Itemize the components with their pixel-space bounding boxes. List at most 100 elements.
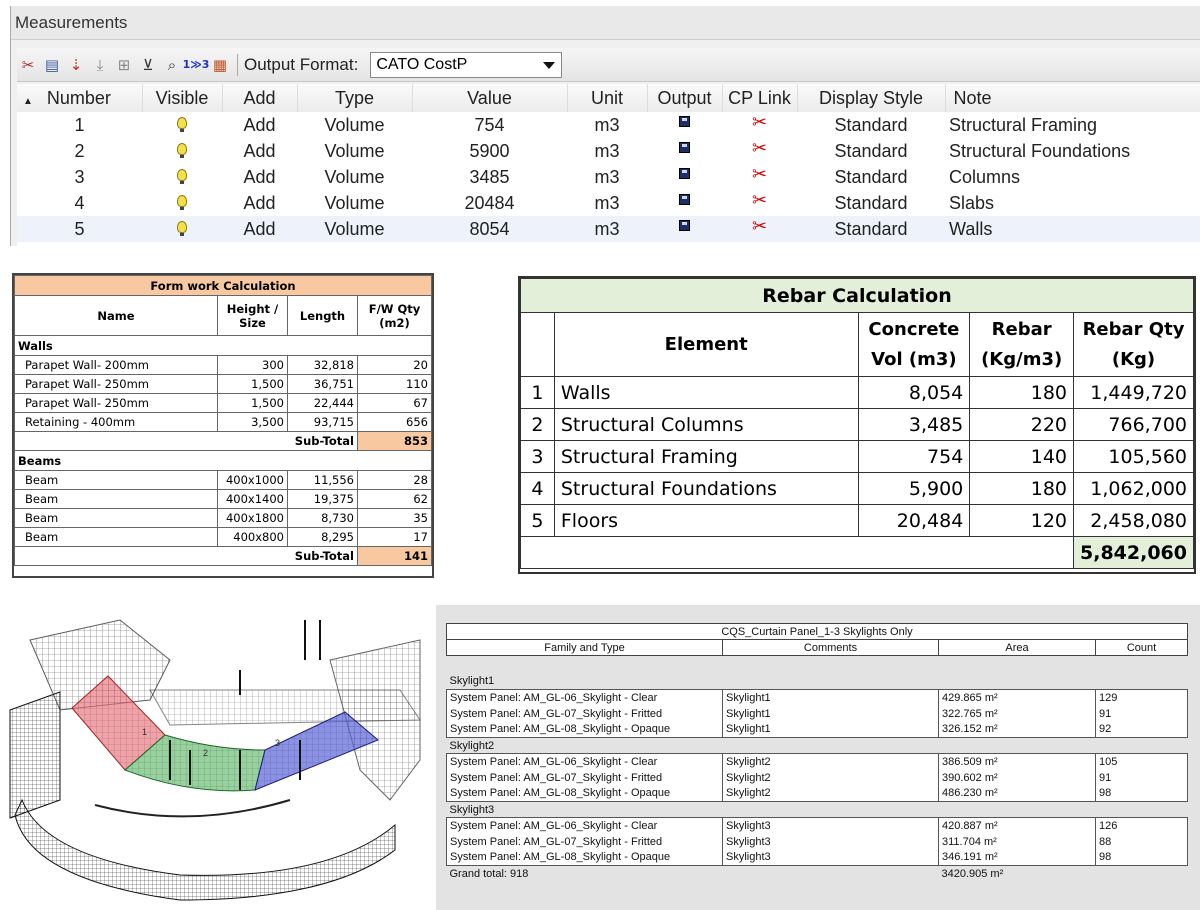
row-number: 5 [17,216,142,242]
table-row[interactable]: System Panel: AM_GL-07_Skylight - Fritte… [446,769,1188,786]
export-measure-icon[interactable]: ⇣ [65,54,87,76]
column-header-output[interactable]: Output [647,84,723,112]
group-skylight1: Skylight1 [446,673,1188,690]
output-save-icon[interactable] [679,219,690,231]
row-unit: m3 [594,166,620,187]
visible-bulb-icon[interactable] [177,220,187,236]
group-skylight3: Skylight3 [446,801,1188,818]
cp-link-broken-icon[interactable]: ✂ [752,164,767,185]
cell-length: 36,751 [287,374,358,394]
table-row[interactable]: System Panel: AM_GL-06_Skylight - Clear … [446,753,1188,770]
table-row[interactable]: 2 Add Volume 5900 m3 ✂ Standard Structur… [17,138,1200,164]
cell-type: System Panel: AM_GL-06_Skylight - Clear [446,689,723,706]
output-save-icon[interactable] [679,141,690,153]
row-display-style: Standard [834,166,908,187]
header-area[interactable]: Area [938,639,1096,656]
cell-size: 3,500 [217,412,288,432]
subtotal-label: Sub-Total [14,546,358,566]
column-header-visible[interactable]: Visible [142,84,223,112]
cell-area: 420.887 m² [938,817,1096,834]
cell-name: Parapet Wall- 200mm [14,355,218,375]
row-type: Volume [324,166,385,187]
row-note: Columns [949,166,1021,187]
visible-bulb-icon[interactable] [177,142,187,158]
table-row[interactable]: 5 Add Volume 8054 m3 ✂ Standard Walls [17,216,1200,242]
column-header-type[interactable]: Type [297,84,413,112]
cell-area: 486.230 m² [938,785,1096,802]
table-row[interactable]: System Panel: AM_GL-08_Skylight - Opaque… [446,785,1188,802]
table-row: 1 Walls 8,054 180 1,449,720 [520,376,1194,409]
table-row[interactable]: 3 Add Volume 3485 m3 ✂ Standard Columns [17,164,1200,190]
table-row[interactable]: System Panel: AM_GL-08_Skylight - Opaque… [446,849,1188,866]
cell-qty: 28 [357,470,432,490]
cp-link-broken-icon[interactable]: ✂ [752,190,767,211]
move-down-icon[interactable]: ⤓ [89,54,111,76]
cell-rebar: 180 [969,472,1075,505]
panel-title: Measurements [11,6,1200,40]
cell-concrete: 754 [857,440,971,473]
cell-size: 400x1400 [217,489,288,509]
output-save-icon[interactable] [679,115,690,127]
column-header-display-style[interactable]: Display Style [797,84,946,112]
table-row: Beam 400x1000 11,556 28 [14,470,432,490]
header-rebar-qty: Rebar Qty (Kg) [1073,312,1194,377]
column-header-add[interactable]: Add [222,84,298,112]
zoom-icon[interactable]: ⌕ [161,54,183,76]
cell-element: Floors [553,504,859,537]
cp-link-broken-icon[interactable]: ✂ [752,112,767,133]
header-family-type[interactable]: Family and Type [446,639,723,656]
measurements-panel: Measurements ✂ ▤ ⇣ ⤓ ⊞ ⊻ ⌕ 1≫3 ▦ Output … [10,6,1200,246]
table-row[interactable]: System Panel: AM_GL-08_Skylight - Opaque… [446,721,1188,738]
cell-count: 129 [1095,689,1188,706]
cp-link-broken-icon[interactable]: ✂ [752,138,767,159]
cell-qty: 2,458,080 [1073,504,1194,537]
filter-icon[interactable]: ⊻ [137,54,159,76]
table-row[interactable]: System Panel: AM_GL-07_Skylight - Fritte… [446,833,1188,850]
cp-link-broken-icon[interactable]: ✂ [752,216,767,237]
cell-size: 300 [217,355,288,375]
table-row[interactable]: System Panel: AM_GL-06_Skylight - Clear … [446,817,1188,834]
edit-measure-icon[interactable]: ▤ [41,54,63,76]
table-row[interactable]: 1 Add Volume 754 m3 ✂ Standard Structura… [17,112,1200,138]
visible-bulb-icon[interactable] [177,194,187,210]
row-display-style: Standard [834,192,908,213]
row-type: Volume [324,192,385,213]
table-row[interactable]: 4 Add Volume 20484 m3 ✂ Standard Slabs [17,190,1200,216]
measurements-toolbar: ✂ ▤ ⇣ ⤓ ⊞ ⊻ ⌕ 1≫3 ▦ Output Format: CATO … [17,48,1200,82]
cell-element: Structural Foundations [553,472,859,505]
cell-count: 105 [1095,753,1188,770]
table-icon[interactable]: ▦ [209,54,231,76]
column-header-unit[interactable]: Unit [567,84,648,112]
cell-comment: Skylight2 [722,785,939,802]
column-header-cp-link[interactable]: CP Link [722,84,798,112]
column-header-number[interactable]: ▲ Number [17,84,143,112]
output-format-dropdown[interactable]: CATO CostP [370,51,563,78]
column-header-value[interactable]: Value [412,84,568,112]
formwork-table: Form work Calculation Name Height / Size… [12,273,434,578]
schedule-title: CQS_Curtain Panel_1-3 Skylights Only [446,623,1188,640]
subtotal-label: Sub-Total [14,431,358,451]
table-row[interactable]: System Panel: AM_GL-06_Skylight - Clear … [446,689,1188,706]
curtain-panel-schedule: CQS_Curtain Panel_1-3 Skylights Only Fam… [436,605,1200,910]
delete-measure-icon[interactable]: ✂ [17,54,39,76]
renumber-icon[interactable]: 1≫3 [183,54,210,76]
header-comments[interactable]: Comments [722,639,939,656]
cell-name: Retaining - 400mm [14,412,218,432]
table-row[interactable]: System Panel: AM_GL-07_Skylight - Fritte… [446,705,1188,722]
output-save-icon[interactable] [679,167,690,179]
output-save-icon[interactable] [679,193,690,205]
row-value: 20484 [464,192,515,213]
cell-rebar: 180 [969,376,1075,409]
cell-element: Structural Columns [553,408,859,441]
cell-name: Beam [14,508,218,528]
row-unit: m3 [594,192,620,213]
add-measure-icon[interactable]: ⊞ [113,54,135,76]
visible-bulb-icon[interactable] [177,116,187,132]
column-header-note[interactable]: Note [945,84,1200,112]
visible-bulb-icon[interactable] [177,168,187,184]
cell-area: 326.152 m² [938,721,1096,738]
rebar-total: 5,842,060 [1073,536,1194,569]
sort-asc-icon: ▲ [23,95,33,107]
cell-qty: 17 [357,527,432,547]
header-count[interactable]: Count [1095,639,1188,656]
